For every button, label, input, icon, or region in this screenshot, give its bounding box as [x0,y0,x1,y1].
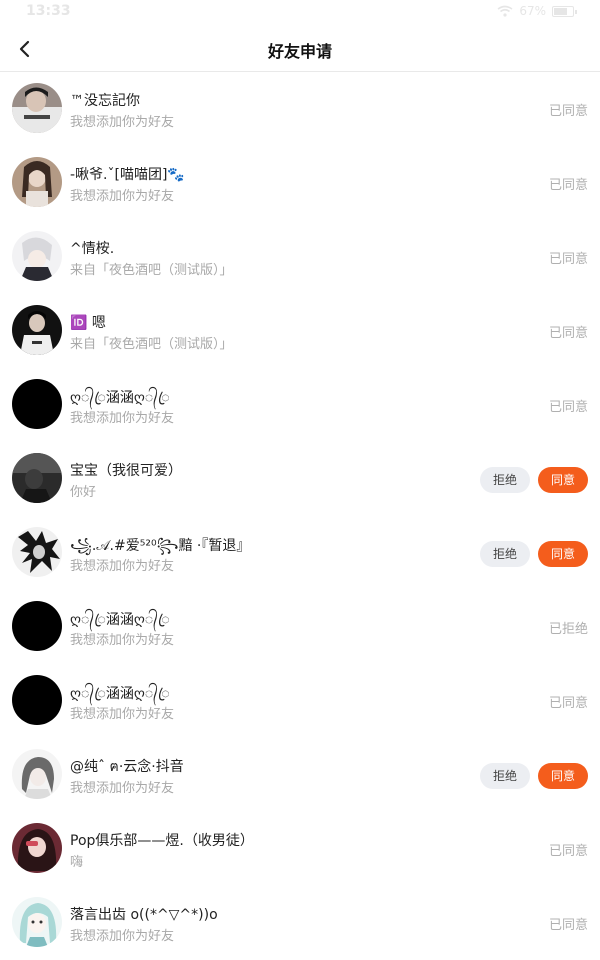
request-status: 已同意 [548,696,588,711]
nav-bar: 好友申请 [0,26,600,72]
requester-name: ^情桉. [70,241,115,257]
request-item: ™没忘記你 我想添加你为好友 已同意 [0,73,600,147]
request-item: 落言出齿 o((*^▽^*))o 我想添加你为好友 已同意 [0,887,600,960]
request-status: 已同意 [548,918,588,933]
accept-button[interactable]: 同意 [538,467,588,493]
request-message: 我想添加你为好友 [70,115,175,130]
avatar[interactable] [12,527,62,577]
wifi-icon [497,5,513,17]
request-status: 已同意 [548,400,588,415]
request-item: 宝宝（我很可爱） 你好 拒绝 同意 [0,443,600,517]
accept-button[interactable]: 同意 [538,541,588,567]
avatar[interactable] [12,823,62,873]
requester-name: -啾爷.ˇ[喵喵团]🐾 [70,167,185,183]
avatar[interactable] [12,379,62,429]
request-item: ღ᭄ꦿ涵涵ღ᭄ꦿ 我想添加你为好友 已同意 [0,369,600,443]
request-message: 来自「夜色酒吧（测试版）」 [70,337,233,352]
avatar[interactable] [12,305,62,355]
page-title: 好友申请 [267,42,332,61]
status-time: 13:33 [26,3,71,19]
avatar[interactable] [12,601,62,651]
avatar[interactable] [12,675,62,725]
avatar[interactable] [12,231,62,281]
request-message: 我想添加你为好友 [70,559,175,574]
request-message: 我想添加你为好友 [70,929,175,944]
requester-name: 落言出齿 o((*^▽^*))o [70,907,218,923]
request-message: 你好 [70,485,97,500]
avatar[interactable] [12,749,62,799]
request-item: ღ᭄ꦿ涵涵ღ᭄ꦿ 我想添加你为好友 已拒绝 [0,591,600,665]
request-message: 我想添加你为好友 [70,411,175,426]
request-status: 已拒绝 [548,622,588,637]
friend-request-list: ™没忘記你 我想添加你为好友 已同意 -啾爷.ˇ[喵喵团]🐾 我想添加你为好友 … [0,73,600,960]
requester-name: @纯ˆ ฅ·云念·抖音 [70,759,184,775]
request-item: -啾爷.ˇ[喵喵团]🐾 我想添加你为好友 已同意 [0,147,600,221]
battery-percent: 67% [519,4,546,18]
request-item: ღ᭄ꦿ涵涵ღ᭄ꦿ 我想添加你为好友 已同意 [0,665,600,739]
request-item: 🆔 嗯 来自「夜色酒吧（测试版）」 已同意 [0,295,600,369]
requester-name: Pop俱乐部——煜.（收男徒） [70,833,254,849]
request-item: Pop俱乐部——煜.（收男徒） 嗨 已同意 [0,813,600,887]
request-message: 嗨 [70,855,84,870]
avatar[interactable] [12,453,62,503]
request-status: 已同意 [548,844,588,859]
request-status: 已同意 [548,326,588,341]
request-status: 已同意 [548,104,588,119]
request-status: 已同意 [548,178,588,193]
requester-name: ™没忘記你 [70,93,140,109]
request-message: 我想添加你为好友 [70,707,175,722]
reject-button[interactable]: 拒绝 [480,541,530,567]
request-status: 已同意 [548,252,588,267]
request-message: 我想添加你为好友 [70,189,175,204]
request-message: 我想添加你为好友 [70,781,175,796]
request-message: 来自「夜色酒吧（测试版）」 [70,263,233,278]
requester-name: 🆔 嗯 [70,315,106,331]
status-indicators: 67% [497,4,577,18]
avatar[interactable] [12,897,62,947]
request-item: @纯ˆ ฅ·云念·抖音 我想添加你为好友 拒绝 同意 [0,739,600,813]
reject-button[interactable]: 拒绝 [480,467,530,493]
avatar[interactable] [12,83,62,133]
request-message: 我想添加你为好友 [70,633,175,648]
avatar[interactable] [12,157,62,207]
reject-button[interactable]: 拒绝 [480,763,530,789]
accept-button[interactable]: 同意 [538,763,588,789]
status-bar: 13:33 67% [0,0,600,26]
battery-icon [552,5,577,17]
requester-name: 宝宝（我很可爱） [70,463,182,479]
request-item: ꧁.𝒜.#爱⁵²⁰꧂黯 ·『暂退』 我想添加你为好友 拒绝 同意 [0,517,600,591]
request-item: ^情桉. 来自「夜色酒吧（测试版）」 已同意 [0,221,600,295]
